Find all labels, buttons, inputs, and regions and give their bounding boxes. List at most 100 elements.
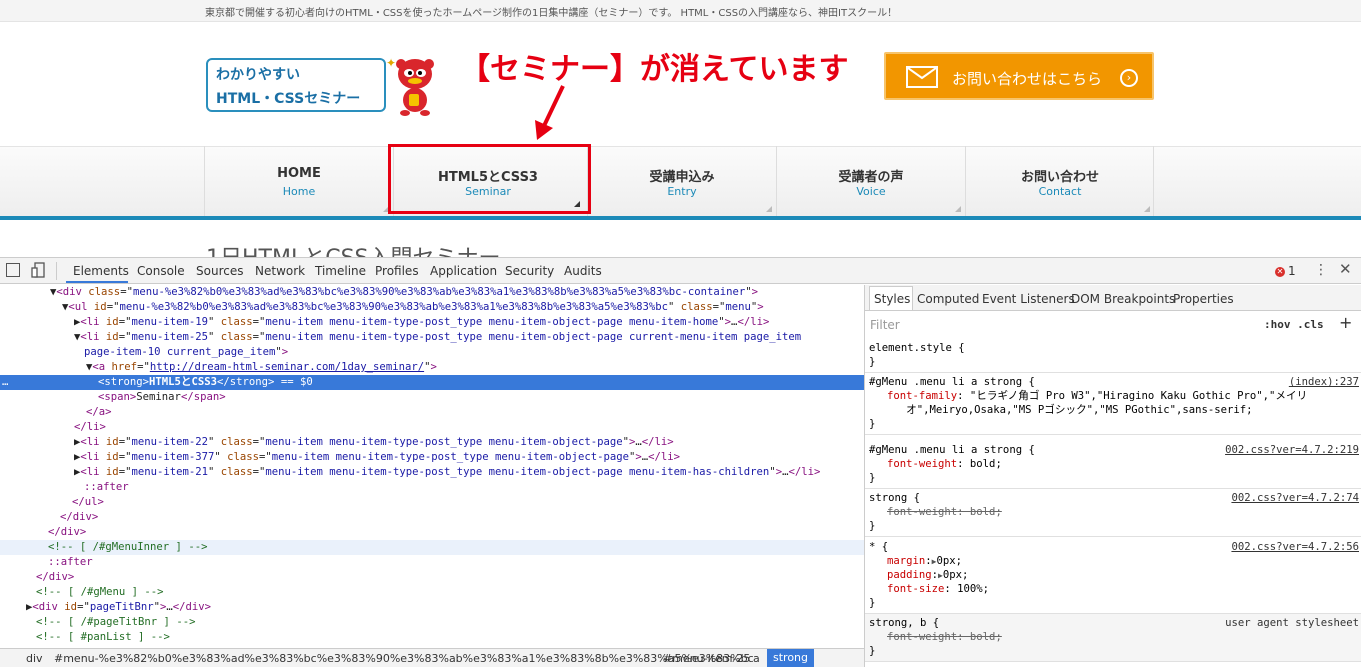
dom-node[interactable]: </div>: [0, 570, 864, 585]
tab-console[interactable]: Console: [137, 264, 185, 278]
error-counter[interactable]: ✕ 1: [1275, 264, 1296, 278]
dom-node[interactable]: ::after: [0, 555, 864, 570]
css-source-link[interactable]: (index):237: [1289, 375, 1359, 389]
annotation-text: 【セミナー】が消えています: [460, 52, 849, 87]
css-rule[interactable]: element.style {}: [865, 339, 1361, 373]
tab-computed[interactable]: Computed: [917, 292, 979, 306]
dom-node[interactable]: ::after: [0, 480, 864, 495]
css-declaration[interactable]: font-family: "ヒラギノ角ゴ Pro W3","Hiragino K…: [887, 389, 1307, 403]
css-declaration[interactable]: padding:▶0px;: [887, 568, 968, 583]
dom-node[interactable]: ▼<li id="menu-item-25" class="menu-item …: [0, 330, 864, 345]
dom-node[interactable]: </ul>: [0, 495, 864, 510]
css-rule-close: }: [869, 418, 876, 430]
device-toolbar-icon[interactable]: [31, 262, 45, 278]
chevron-right-circle-icon: ›: [1120, 69, 1138, 87]
tab-audits[interactable]: Audits: [564, 264, 602, 278]
tab-sources[interactable]: Sources: [196, 264, 243, 278]
css-declaration[interactable]: font-weight: bold;: [887, 505, 1002, 519]
dom-node[interactable]: ▶<li id="menu-item-377" class="menu-item…: [0, 450, 864, 465]
css-declaration[interactable]: font-weight: bold;: [887, 457, 1002, 471]
envelope-icon: [906, 66, 938, 88]
css-declaration[interactable]: オ",Meiryo,Osaka,"MS Pゴシック","MS PGothic",…: [887, 403, 1252, 417]
tab-profiles[interactable]: Profiles: [375, 264, 419, 278]
css-source-link[interactable]: 002.css?ver=4.7.2:74: [1231, 491, 1359, 505]
styles-filter-input[interactable]: Filter: [870, 318, 900, 332]
dom-breadcrumb: div #menu-%e3%82%b0%e3%83%ad%e3%83%bc%e3…: [0, 648, 864, 667]
nav-item-voice[interactable]: 受講者の声 Voice: [776, 146, 965, 216]
tab-application[interactable]: Application: [430, 264, 497, 278]
css-declaration[interactable]: font-size: 100%;: [887, 582, 989, 596]
tab-properties[interactable]: Properties: [1173, 292, 1234, 306]
breadcrumb-item[interactable]: #menu-%e3%82%b0%e3%83%ad%e3%83%bc%e3%83%…: [54, 652, 754, 665]
dom-node[interactable]: ▶<div id="pageTitBnr">…</div>: [0, 600, 864, 615]
tab-security[interactable]: Security: [505, 264, 554, 278]
dom-node[interactable]: </div>: [0, 510, 864, 525]
nav-item-entry[interactable]: 受講申込み Entry: [587, 146, 776, 216]
dom-node[interactable]: <!-- [ /#gMenuInner ] -->: [0, 540, 864, 555]
css-rule[interactable]: strong, b {user agent stylesheet font-wei…: [865, 614, 1361, 662]
tab-styles[interactable]: Styles: [874, 292, 910, 306]
contact-button[interactable]: お問い合わせはこちら ›: [884, 52, 1154, 100]
dom-node[interactable]: ▼<ul id="menu-%e3%82%b0%e3%83%ad%e3%83%b…: [0, 300, 864, 315]
css-selector: * {: [869, 541, 889, 553]
logo-line-2: HTML・CSSセミナー: [216, 91, 361, 107]
css-source-link[interactable]: 002.css?ver=4.7.2:219: [1225, 443, 1359, 457]
mascot-icon: [396, 59, 434, 116]
inspect-element-icon[interactable]: [6, 263, 20, 277]
dom-node[interactable]: ▼<a href="http://dream-html-seminar.com/…: [0, 360, 864, 375]
add-rule-icon[interactable]: +: [1339, 313, 1352, 332]
error-icon: ✕: [1275, 267, 1285, 277]
active-tab-indicator: [66, 281, 128, 283]
css-rule-close: }: [869, 356, 876, 368]
nav-item-sublabel: Entry: [667, 185, 697, 198]
dom-node[interactable]: ▶<li id="menu-item-21" class="menu-item …: [0, 465, 864, 480]
css-rule[interactable]: #gMenu .menu li a strong {(index):237 fon…: [865, 373, 1361, 435]
breadcrumb-item[interactable]: div: [26, 652, 43, 665]
dom-node[interactable]: </li>: [0, 420, 864, 435]
nav-item-sublabel: Contact: [1038, 185, 1082, 198]
dom-node-selected[interactable]: … <strong>HTML5とCSS3</strong> == $0: [0, 375, 864, 390]
nav-item-contact[interactable]: お問い合わせ Contact: [965, 146, 1154, 216]
css-declaration[interactable]: margin:▶0px;: [887, 554, 962, 569]
dom-node[interactable]: <!-- [ /#pageTitBnr ] -->: [0, 615, 864, 630]
page-title: 1日HTMLとCSS入門セミナー: [206, 240, 501, 257]
dom-node[interactable]: page-item-10 current_page_item">: [0, 345, 864, 360]
nav-item-home[interactable]: HOME Home: [204, 146, 393, 216]
tab-timeline[interactable]: Timeline: [315, 264, 366, 278]
close-icon[interactable]: ✕: [1339, 260, 1352, 278]
tab-dom-breakpoints[interactable]: DOM Breakpoints: [1071, 292, 1175, 306]
breadcrumb-item-selected[interactable]: strong: [767, 649, 815, 667]
corner-triangle-icon: [766, 206, 772, 212]
nav-item-sublabel: Voice: [856, 185, 886, 198]
logo-line-1: わかりやすい: [216, 67, 300, 83]
site-logo[interactable]: わかりやすい HTML・CSSセミナー: [206, 58, 386, 112]
css-selector: element.style {: [869, 342, 965, 354]
css-rule[interactable]: strong {002.css?ver=4.7.2:74 font-weight:…: [865, 489, 1361, 537]
dom-node[interactable]: </a>: [0, 405, 864, 420]
dom-node[interactable]: ▶<li id="menu-item-22" class="menu-item …: [0, 435, 864, 450]
css-source-link[interactable]: 002.css?ver=4.7.2:56: [1231, 540, 1359, 554]
tab-event-listeners[interactable]: Event Listeners: [982, 292, 1075, 306]
hov-cls-toggles[interactable]: :hov .cls: [1264, 318, 1324, 331]
css-rule-close: }: [869, 472, 876, 484]
dom-tree[interactable]: ▼<div class="menu-%e3%82%b0%e3%83%ad%e3%…: [0, 285, 864, 647]
breadcrumb-item[interactable]: a: [753, 652, 760, 665]
more-options-icon[interactable]: ⋮: [1314, 262, 1328, 278]
dom-node[interactable]: ▶<li id="menu-item-19" class="menu-item …: [0, 315, 864, 330]
css-declaration[interactable]: font-weight: bold;: [887, 630, 1002, 644]
tab-network[interactable]: Network: [255, 264, 305, 278]
dom-node[interactable]: <!-- [ #panList ] -->: [0, 630, 864, 645]
css-rule[interactable]: * { 002.css?ver=4.7.2:56 margin:▶0px; paddi…: [865, 538, 1361, 614]
tab-elements[interactable]: Elements: [73, 264, 129, 278]
site-tagline: 東京都で開催する初心者向けのHTML・CSSを使ったホームページ制作の1日集中講…: [205, 8, 898, 19]
nav-divider: [1153, 146, 1154, 216]
dom-node[interactable]: </div>: [0, 525, 864, 540]
dom-node[interactable]: <span>Seminar</span>: [0, 390, 864, 405]
nav-item-sublabel: Home: [282, 185, 316, 198]
css-rule[interactable]: #gMenu .menu li a strong { 002.css?ver=4.…: [865, 441, 1361, 489]
css-selector: #gMenu .menu li a strong {: [869, 444, 1035, 456]
dom-node[interactable]: ▼<div class="menu-%e3%82%b0%e3%83%ad%e3%…: [0, 285, 864, 300]
toolbar-divider: [56, 262, 57, 280]
dom-node[interactable]: <!-- [ /#gMenu ] -->: [0, 585, 864, 600]
breadcrumb-item[interactable]: #menu-item-25: [663, 652, 750, 665]
